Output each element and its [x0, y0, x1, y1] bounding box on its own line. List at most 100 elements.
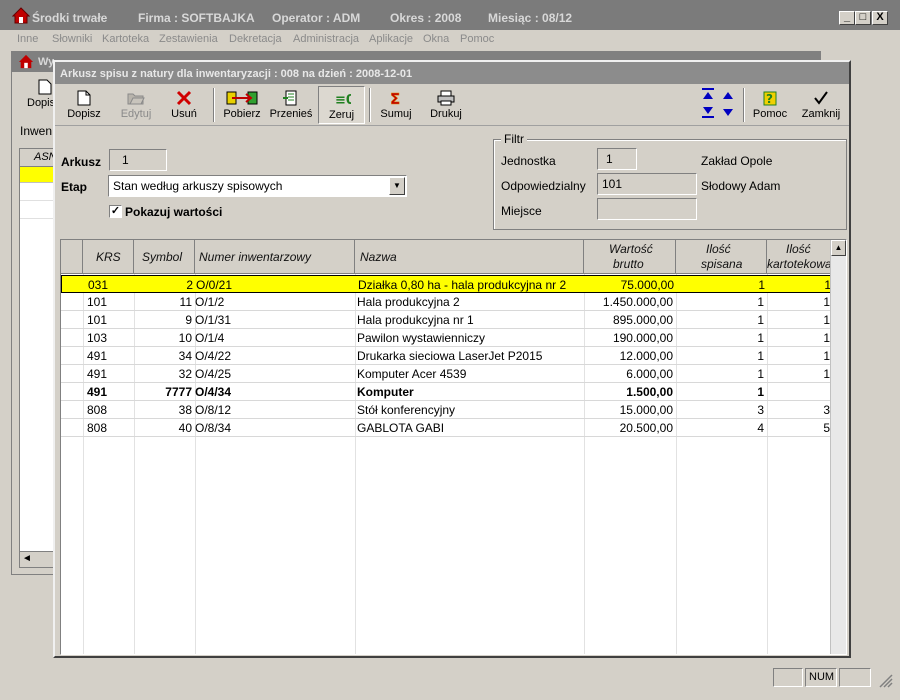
cell-numer: O/0/21 [196, 278, 233, 292]
cell-kartotekowa: 3 [823, 403, 830, 417]
usun-button[interactable]: Usuń [163, 86, 205, 124]
maximize-button[interactable]: □ [855, 11, 871, 25]
inventory-grid[interactable]: KRS Symbol Numer inwentarzowy Nazwa Wart… [60, 239, 847, 655]
ilosc-spisana-header[interactable]: Ilość spisana [676, 240, 767, 274]
bg-grid-row[interactable] [20, 201, 53, 219]
status-panel [839, 668, 871, 687]
cell-numer: O/1/4 [195, 331, 225, 345]
cell-kartotekowa: 1 [823, 313, 830, 327]
cell-numer: O/1/31 [195, 313, 232, 327]
numer-inwentarzowy-header[interactable]: Numer inwentarzowy [195, 240, 355, 274]
cell-spisana: 1 [757, 349, 764, 363]
pokazuj-wartosci-label: Pokazuj wartości [125, 205, 223, 219]
operator-info: Operator : ADM [272, 11, 361, 25]
first-record-icon[interactable] [701, 88, 715, 100]
cell-krs: 103 [87, 331, 108, 345]
toolbar-separator [213, 88, 215, 122]
cell-numer: O/8/12 [195, 403, 232, 417]
przenies-button[interactable]: Przenieś [267, 86, 315, 124]
table-row[interactable]: 808 38 O/8/12 Stół konferencyjny 15.000,00 3 3 [61, 401, 832, 419]
background-window-title: Wy [38, 56, 55, 68]
drukuj-button[interactable]: Drukuj [423, 86, 469, 124]
cell-kartotekowa: 1 [823, 349, 830, 363]
pokazuj-wartosci-checkbox[interactable]: ✓ [109, 205, 122, 218]
zamknij-button[interactable]: Zamknij [797, 86, 845, 124]
menu-zestawienia[interactable]: Zestawienia [159, 33, 218, 45]
cell-krs: 808 [87, 403, 108, 417]
dopisz-button[interactable]: Dopisz [59, 86, 109, 124]
status-panel [773, 668, 803, 687]
nazwa-header[interactable]: Nazwa [355, 240, 584, 274]
arkusz-spisu-window[interactable]: Arkusz spisu z natury dla inwentaryzacji… [53, 60, 851, 658]
table-row[interactable]: 101 11 O/1/2 Hala produkcyjna 2 1.450.000,00… [61, 293, 832, 311]
minimize-button[interactable]: _ [839, 11, 855, 25]
bg-grid-selected-row[interactable] [20, 167, 53, 183]
chevron-down-icon[interactable]: ▼ [389, 177, 405, 195]
arkusz-field[interactable]: 1 [109, 149, 167, 171]
wartosc-brutto-header[interactable]: Wartość brutto [584, 240, 676, 274]
close-button[interactable]: X [872, 11, 888, 25]
scroll-left-icon[interactable]: ◄ [22, 553, 32, 564]
edytuj-button[interactable]: Edytuj [113, 86, 159, 124]
dopisz-label: Dopisz [67, 108, 101, 120]
arkusz-window-title-bar[interactable]: Arkusz spisu z natury dla inwentaryzacji… [55, 62, 849, 84]
miejsce-field[interactable] [597, 198, 697, 220]
app-title: Środki trwałe [32, 11, 108, 25]
menu-aplikacje[interactable]: Aplikacje [369, 33, 413, 45]
etap-select[interactable]: Stan według arkuszy spisowych ▼ [108, 175, 407, 197]
scroll-up-icon[interactable]: ▲ [831, 240, 846, 256]
printer-icon [437, 90, 455, 106]
bg-grid-header: ASN [20, 149, 57, 167]
cell-numer: O/4/25 [195, 367, 232, 381]
previous-record-icon[interactable] [721, 90, 735, 100]
table-row[interactable]: 491 7777 O/4/34 Komputer 1.500,00 1 [61, 383, 832, 401]
sumuj-button[interactable]: Σ Sumuj [373, 86, 419, 124]
cell-wartosc: 20.500,00 [619, 421, 673, 435]
cell-krs: 491 [87, 349, 108, 363]
last-record-icon[interactable] [701, 106, 715, 118]
ilosc-kartotekowa-header[interactable]: Ilość kartotekowa [767, 240, 832, 274]
odpowiedzialny-field[interactable]: 101 [597, 173, 697, 195]
menu-dekretacja[interactable]: Dekretacja [229, 33, 282, 45]
zeruj-button[interactable]: ≡0 Zeruj [318, 86, 365, 124]
bg-tab-inwentaryzacja[interactable]: Inwen [20, 124, 52, 138]
bg-horizontal-scrollbar[interactable]: ◄ [20, 551, 53, 567]
menu-okna[interactable]: Okna [423, 33, 449, 45]
jednostka-field[interactable]: 1 [597, 148, 637, 170]
numer-header-label: Numer inwentarzowy [199, 250, 312, 264]
krs-header[interactable]: KRS [83, 240, 134, 274]
pobierz-button[interactable]: Pobierz [219, 86, 265, 124]
nazwa-header-label: Nazwa [360, 250, 397, 264]
bg-dopisz-label: Dopis [27, 97, 56, 109]
pomoc-button[interactable]: ? Pomoc [747, 86, 793, 124]
bg-grid-row[interactable] [20, 183, 53, 201]
cell-numer: O/8/34 [195, 421, 232, 435]
symbol-header[interactable]: Symbol [134, 240, 195, 274]
menu-slowniki[interactable]: Słowniki [52, 33, 92, 45]
table-row[interactable]: 808 40 O/8/34 GABLOTA GABI 20.500,00 4 5 [61, 419, 832, 437]
table-row-selected[interactable]: 031 2 O/0/21 Działka 0,80 ha - hala produkc… [61, 275, 832, 293]
vertical-scrollbar[interactable]: ▲ [830, 240, 846, 654]
table-row[interactable]: 491 34 O/4/22 Drukarka sieciowa LaserJet P2… [61, 347, 832, 365]
table-row[interactable]: 103 10 O/1/4 Pawilon wystawienniczy 190.000,… [61, 329, 832, 347]
menu-administracja[interactable]: Administracja [293, 33, 359, 45]
next-record-icon[interactable] [721, 108, 735, 118]
cell-nazwa: Komputer [357, 385, 414, 399]
menu-kartoteka[interactable]: Kartoteka [102, 33, 149, 45]
open-folder-icon [127, 93, 145, 105]
cell-nazwa: Komputer Acer 4539 [357, 367, 467, 381]
menu-inne[interactable]: Inne [17, 33, 38, 45]
cell-kartotekowa: 5 [823, 421, 830, 435]
resize-grip-icon[interactable] [879, 674, 893, 688]
cell-krs: 031 [88, 278, 109, 292]
okres-info: Okres : 2008 [390, 11, 462, 25]
symbol-header-label: Symbol [142, 250, 183, 264]
cell-nazwa: Hala produkcyjna nr 1 [357, 313, 474, 327]
table-row[interactable]: 491 32 O/4/25 Komputer Acer 4539 6.000,00 1 1 [61, 365, 832, 383]
menu-pomoc[interactable]: Pomoc [460, 33, 494, 45]
ilosc-spisana-header-label-2: spisana [701, 257, 743, 271]
brutto-header-label: brutto [613, 257, 644, 271]
cell-wartosc: 1.450.000,00 [602, 295, 673, 309]
table-row[interactable]: 101 9 O/1/31 Hala produkcyjna nr 1 895.000,0… [61, 311, 832, 329]
bg-grid[interactable]: ASN ◄ [19, 148, 57, 568]
